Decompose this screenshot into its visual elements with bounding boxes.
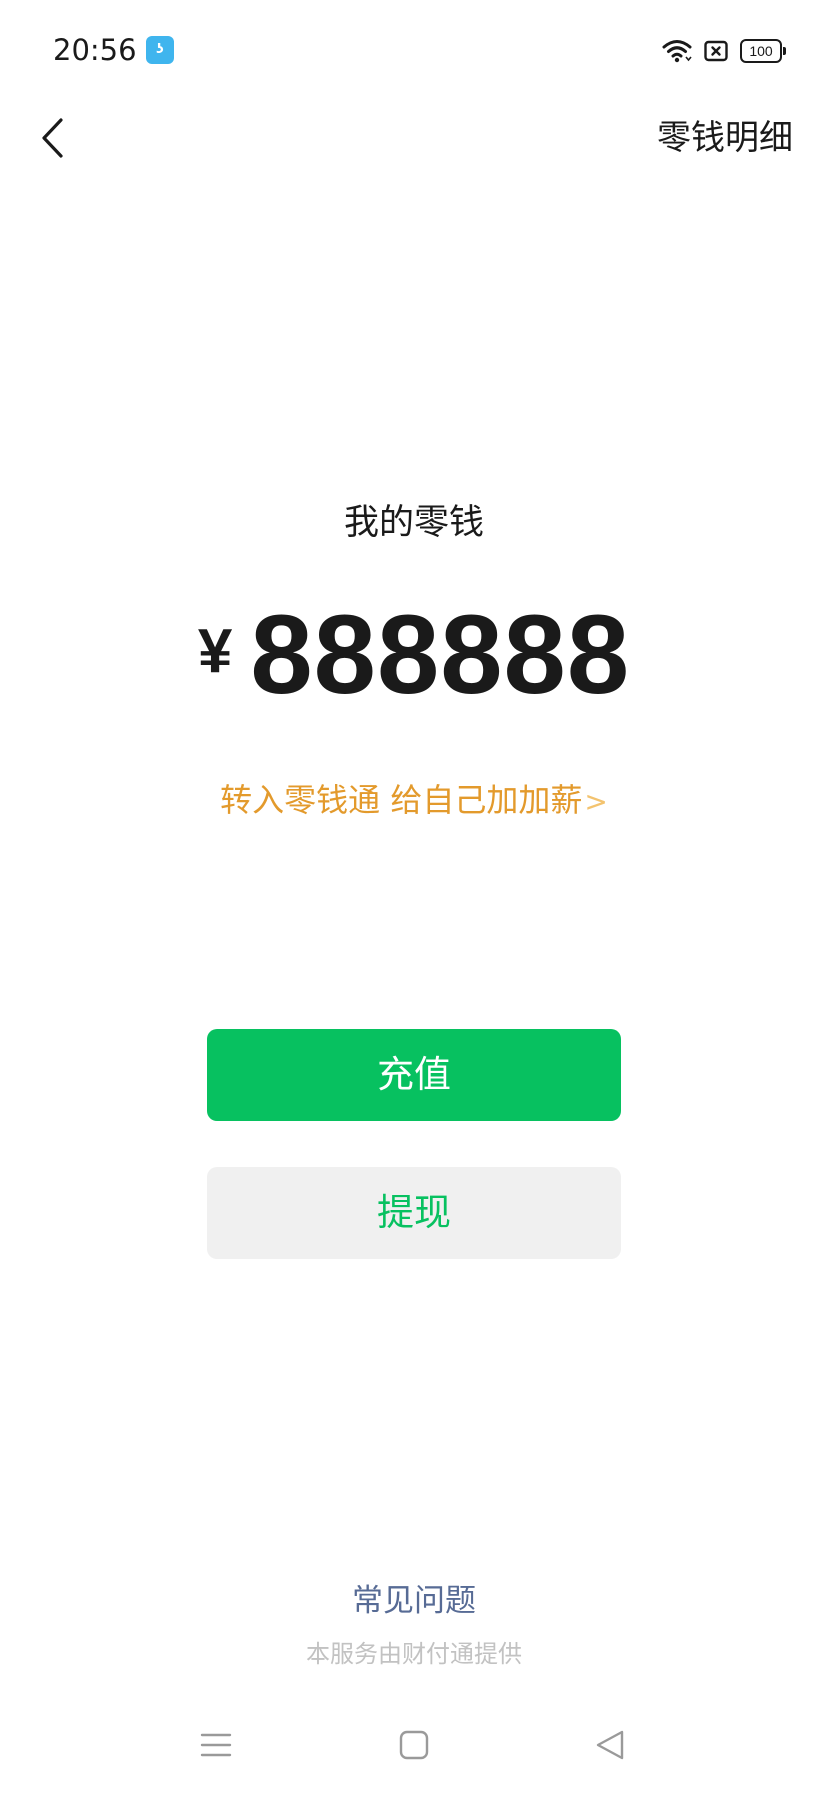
lingqiantong-promo-link[interactable]: 转入零钱通 给自己加加薪>	[0, 777, 828, 825]
system-nav-bar	[0, 1710, 828, 1780]
currency-symbol: ¥	[197, 616, 233, 686]
system-menu-button[interactable]	[191, 1720, 241, 1770]
status-indicators: 100	[662, 34, 786, 68]
back-button[interactable]	[22, 108, 82, 168]
promo-arrow-icon: >	[584, 785, 608, 818]
sim-icon	[704, 40, 728, 62]
status-time: 20:56	[53, 33, 137, 67]
wifi-icon	[662, 38, 692, 64]
balance-label: 我的零钱	[343, 503, 484, 543]
notification-app-icon: ʖ	[146, 36, 174, 64]
battery-icon: 100	[740, 39, 786, 63]
provider-text: 本服务由财付通提供	[306, 1640, 522, 1668]
change-detail-link[interactable]: 零钱明细	[657, 114, 793, 162]
system-home-button[interactable]	[389, 1720, 439, 1770]
faq-link[interactable]: 常见问题	[0, 1578, 828, 1624]
back-triangle-icon	[595, 1729, 625, 1761]
recharge-button[interactable]: 充值	[207, 1029, 621, 1121]
balance-amount: 888888	[250, 592, 631, 717]
status-bar: 20:56 ʖ 100	[0, 0, 828, 100]
chevron-left-icon	[39, 117, 65, 159]
menu-icon	[200, 1731, 232, 1759]
balance-display: ¥ 888888	[0, 590, 828, 720]
promo-text: 转入零钱通 给自己加加薪	[220, 781, 583, 819]
home-icon	[399, 1730, 429, 1760]
withdraw-button[interactable]: 提现	[207, 1167, 621, 1259]
system-back-button[interactable]	[585, 1720, 635, 1770]
